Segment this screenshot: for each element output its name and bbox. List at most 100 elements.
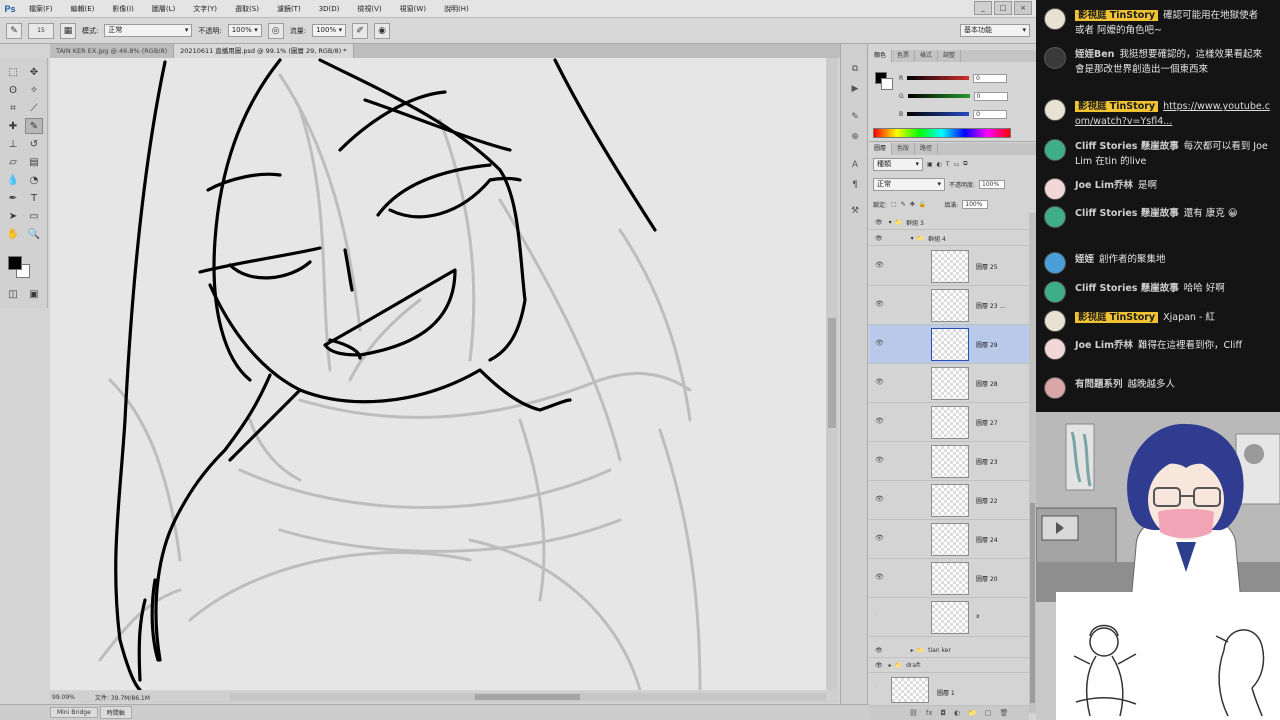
color-spectrum[interactable] <box>873 128 1011 138</box>
eye-icon[interactable]: · <box>875 684 877 692</box>
author-name[interactable]: Joe Lim乔林 <box>1075 180 1133 191</box>
canvas-horizontal-scrollbar[interactable] <box>230 693 826 701</box>
eye-icon[interactable]: 👁 <box>875 339 884 347</box>
tab-styles[interactable]: 樣式 <box>915 50 939 62</box>
brush-presets-icon[interactable]: ✎ <box>848 110 862 124</box>
filter-pixel-icon[interactable]: ▣ <box>927 161 933 168</box>
author-name[interactable]: 影視庭 TinStory <box>1075 101 1159 112</box>
layer-row[interactable]: 👁 圖層 28 <box>869 364 1029 403</box>
pressure-opacity-icon[interactable]: ◎ <box>267 22 284 39</box>
filter-smart-icon[interactable]: ⧉ <box>963 160 967 168</box>
filter-type-icon[interactable]: T <box>946 161 950 168</box>
dodge-tool-icon[interactable]: ◔ <box>25 172 43 188</box>
pen-tool-icon[interactable]: ✒ <box>4 190 22 206</box>
blue-slider[interactable] <box>907 112 970 116</box>
layer-row[interactable]: 👁 圖層 23 ... <box>869 286 1029 325</box>
add-mask-icon[interactable]: ◘ <box>941 709 947 717</box>
drawing-canvas[interactable] <box>50 58 834 690</box>
layer-group-3[interactable]: 👁 ▾ 📁 群組 3 <box>869 216 1029 230</box>
doc-tab-tain-ker[interactable]: TAIN KER EX.jpg @ 46.8% (RGB/8) <box>50 44 175 58</box>
healing-brush-icon[interactable]: ✚ <box>4 118 22 134</box>
menu-filter[interactable]: 濾鏡(T) <box>268 4 310 14</box>
expand-arrow-icon[interactable]: ▸ <box>889 662 892 669</box>
layer-row[interactable]: 👁 圖層 20 <box>869 559 1029 598</box>
link-layers-icon[interactable]: ⛓ <box>909 709 918 717</box>
zoom-tool-icon[interactable]: 🔍 <box>25 226 43 242</box>
author-name[interactable]: Cliff Stories 懸崖故事 <box>1075 283 1179 294</box>
author-name[interactable]: 有問題系列 <box>1075 379 1123 390</box>
scroll-thumb[interactable] <box>1030 503 1035 703</box>
bg-color-chip[interactable] <box>881 78 893 90</box>
tab-mini-bridge[interactable]: Mini Bridge <box>50 707 98 718</box>
layer-group-4[interactable]: 👁 ▾ 📁 群組 4 <box>869 232 1029 246</box>
scroll-thumb[interactable] <box>828 318 836 428</box>
blur-tool-icon[interactable]: 💧 <box>4 172 22 188</box>
fx-icon[interactable]: fx <box>926 709 933 717</box>
screen-mode-icon[interactable]: ▣ <box>25 286 43 302</box>
tab-paths[interactable]: 路徑 <box>915 143 939 155</box>
doc-tab-livestream[interactable]: 20210611 直播用圖.psd @ 99.1% (圖層 29, RGB/8)… <box>174 44 354 58</box>
eyedropper-icon[interactable]: ⟋ <box>25 100 43 116</box>
clone-source-icon[interactable]: ⊕ <box>848 130 862 144</box>
new-group-icon[interactable]: 📁 <box>968 709 977 717</box>
menu-window[interactable]: 視窗(W) <box>391 4 435 14</box>
pressure-size-icon[interactable]: ◉ <box>374 22 391 39</box>
eye-icon[interactable]: 👁 <box>875 378 884 386</box>
menu-image[interactable]: 影像(I) <box>103 4 143 14</box>
hand-tool-icon[interactable]: ✋ <box>4 226 22 242</box>
layer-kind-select[interactable]: 種類 ▾ <box>873 157 923 171</box>
layer-row-selected[interactable]: 👁 圖層 29 <box>869 325 1029 364</box>
filter-shape-icon[interactable]: ▭ <box>954 161 960 168</box>
layer-row[interactable]: 👁 圖層 27 <box>869 403 1029 442</box>
eye-icon[interactable]: 👁 <box>875 456 884 464</box>
mode-select[interactable]: 正常 ▾ <box>104 24 193 37</box>
trash-icon[interactable]: 🗑 <box>1000 709 1009 717</box>
eye-icon[interactable]: 👁 <box>875 219 883 226</box>
gradient-tool-icon[interactable]: ▤ <box>25 154 43 170</box>
eye-icon[interactable]: · <box>875 612 877 620</box>
zoom-level[interactable]: 99.09% <box>52 694 75 701</box>
eraser-tool-icon[interactable]: ▱ <box>4 154 22 170</box>
layer-row[interactable]: 👁 圖層 25 <box>869 247 1029 286</box>
actions-icon[interactable]: ▶ <box>848 82 862 96</box>
canvas-vertical-scrollbar[interactable] <box>826 58 838 690</box>
tab-channels[interactable]: 色版 <box>892 143 916 155</box>
foreground-color-swatch[interactable] <box>8 256 22 270</box>
lock-paint-icon[interactable]: ✎ <box>901 201 906 208</box>
brush-tool-icon[interactable]: ✎ <box>6 22 22 39</box>
brush-tool-icon[interactable]: ✎ <box>25 118 43 134</box>
layer-group-draft[interactable]: 👁 ▸ 📁 draft <box>869 659 1029 673</box>
flow-input[interactable]: 100% ▾ <box>312 24 347 37</box>
layer-group-tian-ker[interactable]: 👁 ▸ 📁 tian ker <box>869 644 1029 658</box>
move-tool-icon[interactable]: ✥ <box>25 64 43 80</box>
history-icon[interactable]: ⧉ <box>848 62 862 76</box>
menu-file[interactable]: 檔案(F) <box>20 4 62 14</box>
expand-arrow-icon[interactable]: ▸ <box>911 647 914 654</box>
crop-tool-icon[interactable]: ⌗ <box>4 100 22 116</box>
layer-row[interactable]: 👁 圖層 22 <box>869 481 1029 520</box>
layer-row[interactable]: · x <box>869 598 1029 637</box>
type-tool-icon[interactable]: T <box>25 190 43 206</box>
menu-view[interactable]: 檢視(V) <box>348 4 390 14</box>
layer-row[interactable]: 👁 圖層 23 <box>869 442 1029 481</box>
path-select-icon[interactable]: ➤ <box>4 208 22 224</box>
eye-icon[interactable]: 👁 <box>875 647 883 654</box>
eye-icon[interactable]: 👁 <box>875 300 884 308</box>
author-name[interactable]: Cliff Stories 懸崖故事 <box>1075 208 1179 219</box>
eye-icon[interactable]: 👁 <box>875 417 884 425</box>
tab-timeline[interactable]: 時間軸 <box>99 706 132 719</box>
menu-select[interactable]: 選取(S) <box>226 4 268 14</box>
eye-icon[interactable]: 👁 <box>875 235 883 242</box>
red-slider[interactable] <box>907 76 970 80</box>
new-layer-icon[interactable]: ▢ <box>985 709 992 717</box>
eye-icon[interactable]: 👁 <box>875 573 884 581</box>
collapse-arrow-icon[interactable]: ▾ <box>889 219 892 226</box>
shape-tool-icon[interactable]: ▭ <box>25 208 43 224</box>
menu-3d[interactable]: 3D(D) <box>310 5 349 13</box>
opacity-input[interactable]: 100% ▾ <box>227 24 262 37</box>
lock-position-icon[interactable]: ✥ <box>910 201 915 208</box>
fill-value[interactable]: 100% <box>962 199 989 209</box>
tab-adjustments[interactable]: 調整 <box>938 50 962 62</box>
tab-color[interactable]: 顏色 <box>869 50 893 62</box>
quick-mask-icon[interactable]: ◫ <box>4 286 22 302</box>
